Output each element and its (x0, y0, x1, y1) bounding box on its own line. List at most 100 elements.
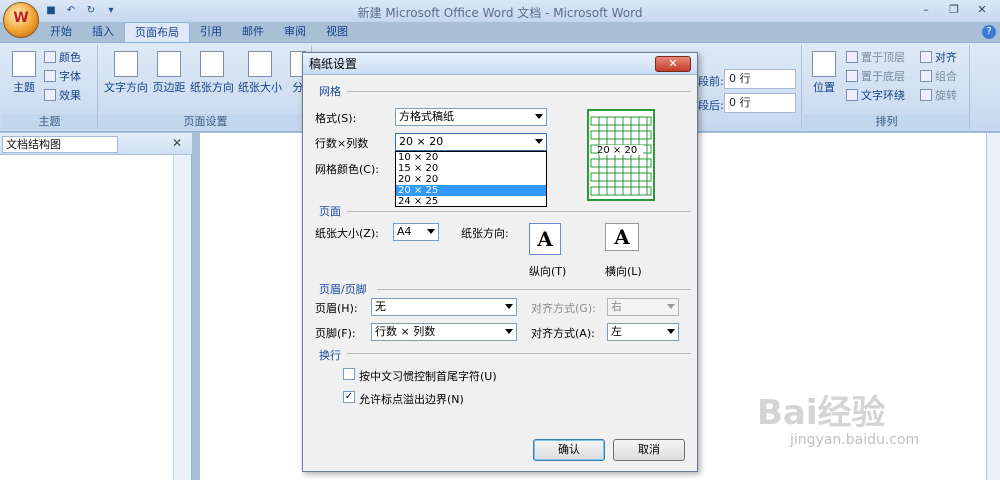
tab-mailings[interactable]: 邮件 (232, 22, 274, 42)
orientation-icon (200, 51, 224, 77)
tab-references[interactable]: 引用 (190, 22, 232, 42)
footer-align-select[interactable]: 左 (607, 323, 679, 341)
page-section-title: 页面 (319, 205, 341, 218)
bring-front-button[interactable]: 置于顶层 (846, 49, 905, 65)
text-direction-label: 文字方向 (104, 81, 148, 94)
text-wrap-button[interactable]: 文字环绕 (846, 87, 905, 103)
colors-button[interactable]: 颜色 (44, 49, 81, 65)
cancel-button[interactable]: 取消 (613, 439, 685, 461)
effects-button[interactable]: 效果 (44, 87, 81, 103)
qat-dropdown-icon[interactable]: ▾ (104, 4, 118, 18)
chk-allow-overflow[interactable]: ✓ (343, 391, 355, 403)
portrait-button[interactable]: A (529, 223, 561, 255)
document-scrollbar[interactable] (986, 133, 1000, 480)
save-icon[interactable]: ■ (44, 4, 58, 18)
dialog-title: 稿纸设置 (303, 53, 697, 75)
format-label: 格式(S): (315, 112, 357, 125)
text-direction-button[interactable]: 文字方向 (102, 51, 150, 95)
help-icon[interactable]: ? (982, 25, 996, 39)
rowcol-option[interactable]: 20 × 20 (396, 174, 546, 185)
fonts-label: 字体 (59, 70, 81, 83)
group-label: 组合 (935, 70, 957, 83)
tab-view[interactable]: 视图 (316, 22, 358, 42)
theme-button[interactable]: 主题 (8, 51, 40, 95)
footer-align-value: 左 (611, 325, 622, 338)
spacing-group: 段前: 0 行 段后: 0 行 (698, 45, 802, 129)
rowcol-select[interactable]: 20 × 20 (395, 133, 547, 151)
format-select[interactable]: 方格式稿纸 (395, 108, 547, 126)
header-align-select[interactable]: 右 (607, 298, 679, 316)
align-button[interactable]: 对齐 (920, 49, 957, 65)
header-align-label: 对齐方式(G): (531, 302, 596, 315)
space-before-input[interactable]: 0 行 (724, 69, 796, 89)
grid-section-divider (347, 91, 691, 92)
header-label: 页眉(H): (315, 302, 358, 315)
margins-button[interactable]: 页边距 (150, 51, 188, 95)
page-section-divider (347, 211, 691, 212)
position-button[interactable]: 位置 (808, 51, 840, 95)
chevron-down-icon (427, 229, 435, 234)
chk-allow-overflow-label: 允许标点溢出边界(N) (359, 393, 464, 406)
chevron-down-icon (667, 304, 675, 309)
rowcol-option-selected[interactable]: 20 × 25 (396, 185, 546, 196)
position-icon (812, 51, 836, 77)
rowcol-option[interactable]: 15 × 20 (396, 163, 546, 174)
header-align-value: 右 (611, 300, 622, 313)
ok-button[interactable]: 确认 (533, 439, 605, 461)
bring-front-label: 置于顶层 (861, 51, 905, 64)
orientation-label: 纸张方向 (190, 81, 234, 94)
rotate-icon (920, 89, 932, 101)
tab-insert[interactable]: 插入 (82, 22, 124, 42)
portrait-label: 纵向(T) (529, 265, 567, 278)
header-select[interactable]: 无 (371, 298, 517, 316)
footer-align-label: 对齐方式(A): (531, 327, 595, 340)
theme-icon (12, 51, 36, 77)
text-wrap-icon (846, 89, 858, 101)
navigation-pane-selector[interactable]: 文档结构图 (2, 136, 118, 153)
paper-size-select[interactable]: A4 (393, 223, 439, 241)
landscape-button[interactable]: A (605, 223, 639, 251)
baidu-watermark: Bai经验 (757, 393, 886, 433)
fonts-button[interactable]: 字体 (44, 68, 81, 84)
restore-button[interactable]: ❐ (942, 2, 966, 18)
header-value: 无 (375, 300, 386, 313)
send-back-button[interactable]: 置于底层 (846, 68, 905, 84)
undo-icon[interactable]: ↶ (64, 4, 78, 18)
ribbon-tabs: 开始 插入 页面布局 引用 邮件 审阅 视图 (40, 22, 358, 42)
manuscript-settings-dialog: 稿纸设置 ✕ 网格 格式(S): 方格式稿纸 行数×列数 20 × 20 10 … (302, 52, 698, 472)
orientation-label: 纸张方向: (461, 227, 509, 240)
tab-page-layout[interactable]: 页面布局 (124, 22, 190, 42)
tab-home[interactable]: 开始 (40, 22, 82, 42)
group-button[interactable]: 组合 (920, 68, 957, 84)
effects-label: 效果 (59, 89, 81, 102)
paper-size-label: 纸张大小(Z): (315, 227, 379, 240)
header-footer-section-divider (377, 289, 691, 290)
dialog-close-button[interactable]: ✕ (655, 56, 691, 72)
rowcol-option[interactable]: 24 × 25 (396, 196, 546, 207)
align-label: 对齐 (935, 51, 957, 64)
size-button[interactable]: 纸张大小 (236, 51, 284, 95)
align-icon (920, 51, 932, 63)
rowcol-option[interactable]: 10 × 20 (396, 152, 546, 163)
page-setup-group-label: 页面设置 (100, 114, 311, 129)
office-button[interactable]: W (3, 2, 39, 38)
rotate-button[interactable]: 旋转 (920, 87, 957, 103)
close-window-button[interactable]: ✕ (970, 2, 994, 18)
chevron-down-icon (535, 139, 543, 144)
minimize-button[interactable]: – (914, 2, 938, 18)
fonts-icon (44, 70, 56, 82)
close-icon[interactable]: ✕ (172, 136, 182, 150)
theme-button-label: 主题 (13, 81, 35, 94)
redo-icon[interactable]: ↻ (84, 4, 98, 18)
orientation-button[interactable]: 纸张方向 (188, 51, 236, 95)
chevron-down-icon (505, 329, 513, 334)
tab-review[interactable]: 审阅 (274, 22, 316, 42)
navigation-pane-scrollbar[interactable] (173, 155, 191, 480)
footer-select[interactable]: 行数 × 列数 (371, 323, 517, 341)
grid-preview: 20 × 20 (587, 109, 655, 201)
footer-label: 页脚(F): (315, 327, 356, 340)
chk-punctuation-control[interactable] (343, 368, 355, 380)
space-after-input[interactable]: 0 行 (724, 93, 796, 113)
chevron-down-icon (667, 329, 675, 334)
margins-icon (157, 51, 181, 77)
